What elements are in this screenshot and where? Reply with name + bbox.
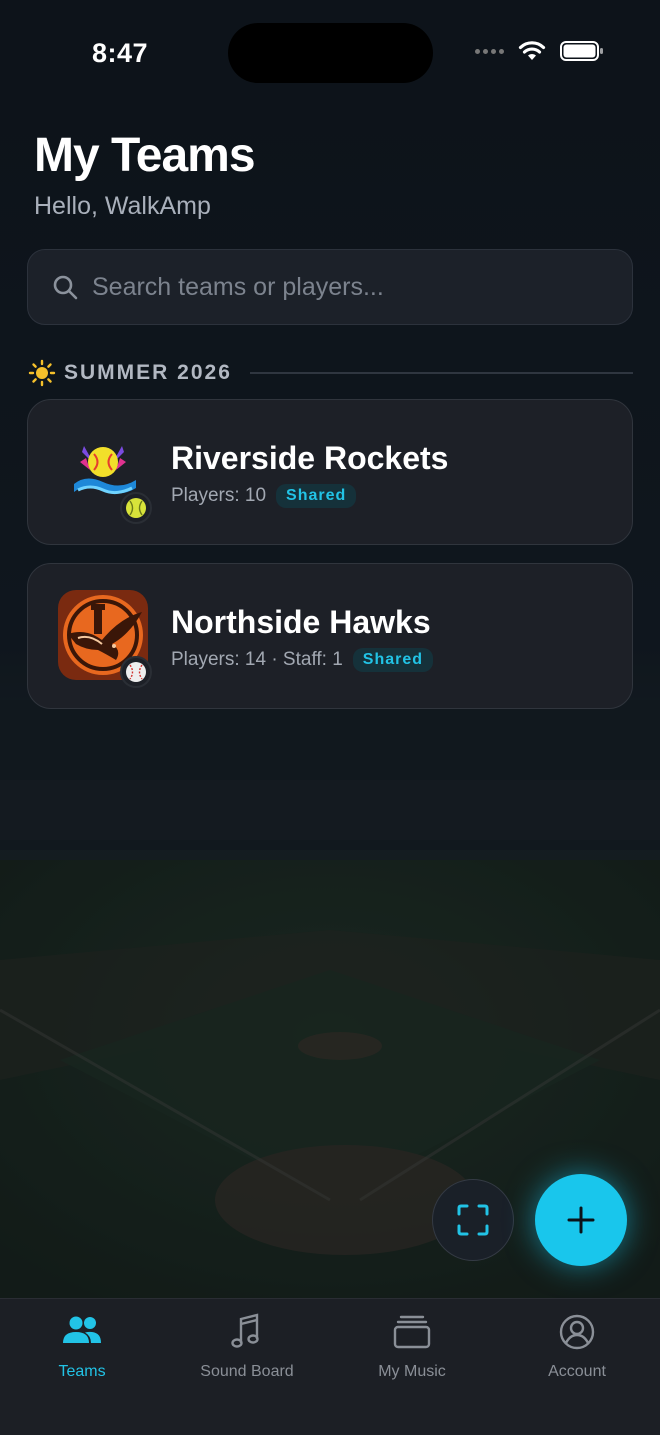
section-divider (249, 372, 633, 374)
section-label: SUMMER 2026 (64, 361, 232, 384)
search-input[interactable] (92, 272, 592, 302)
season-section-header: SUMMER 2026 (28, 356, 633, 390)
tab-label: Teams (58, 1363, 106, 1380)
person-circle-icon (559, 1314, 595, 1350)
signal-icon (475, 48, 504, 54)
team-card-northside-hawks[interactable]: Northside Hawks Players: 14 · Staff: 1 S… (27, 563, 633, 709)
team-name: Northside Hawks (171, 604, 431, 640)
shared-badge: Shared (352, 648, 434, 672)
baseball-icon (120, 656, 152, 688)
greeting-text: Hello, WalkAmp (34, 192, 211, 220)
status-icons (475, 40, 604, 62)
search-bar[interactable] (27, 249, 633, 325)
tab-label: Sound Board (200, 1363, 294, 1380)
battery-icon (560, 41, 603, 61)
status-bar: 8:47 (0, 0, 660, 110)
team-roster-count: Players: 14 · Staff: 1 (171, 649, 343, 670)
wifi-icon (518, 41, 546, 60)
tab-account[interactable]: Account (512, 1311, 642, 1381)
team-meta: Players: 10 Shared (171, 484, 357, 508)
tab-label: Account (548, 1363, 606, 1380)
status-time: 8:47 (92, 38, 149, 68)
tab-bar: Teams Sound Board My Music Account (0, 1298, 660, 1435)
team-meta: Players: 14 · Staff: 1 Shared (171, 648, 434, 672)
dynamic-island (228, 23, 433, 83)
softball-icon (120, 492, 152, 524)
add-team-button[interactable] (535, 1174, 627, 1266)
page-title: My Teams (34, 129, 256, 182)
tab-my-music[interactable]: My Music (347, 1311, 477, 1381)
tab-sound-board[interactable]: Sound Board (182, 1311, 312, 1381)
search-icon (53, 275, 78, 300)
scan-icon (457, 1204, 489, 1236)
shared-badge: Shared (276, 484, 357, 508)
sun-icon (28, 359, 56, 387)
stack-icon (393, 1315, 431, 1349)
plus-icon (567, 1206, 595, 1234)
team-card-riverside-rockets[interactable]: Riverside Rockets Players: 10 Shared (27, 399, 633, 545)
music-note-icon (231, 1313, 259, 1348)
tab-teams[interactable]: Teams (17, 1311, 147, 1381)
team-roster-count: Players: 10 (171, 485, 267, 506)
scan-button[interactable] (432, 1179, 514, 1261)
team-name: Riverside Rockets (171, 440, 449, 476)
tab-label: My Music (378, 1363, 446, 1380)
people-icon (63, 1316, 101, 1343)
